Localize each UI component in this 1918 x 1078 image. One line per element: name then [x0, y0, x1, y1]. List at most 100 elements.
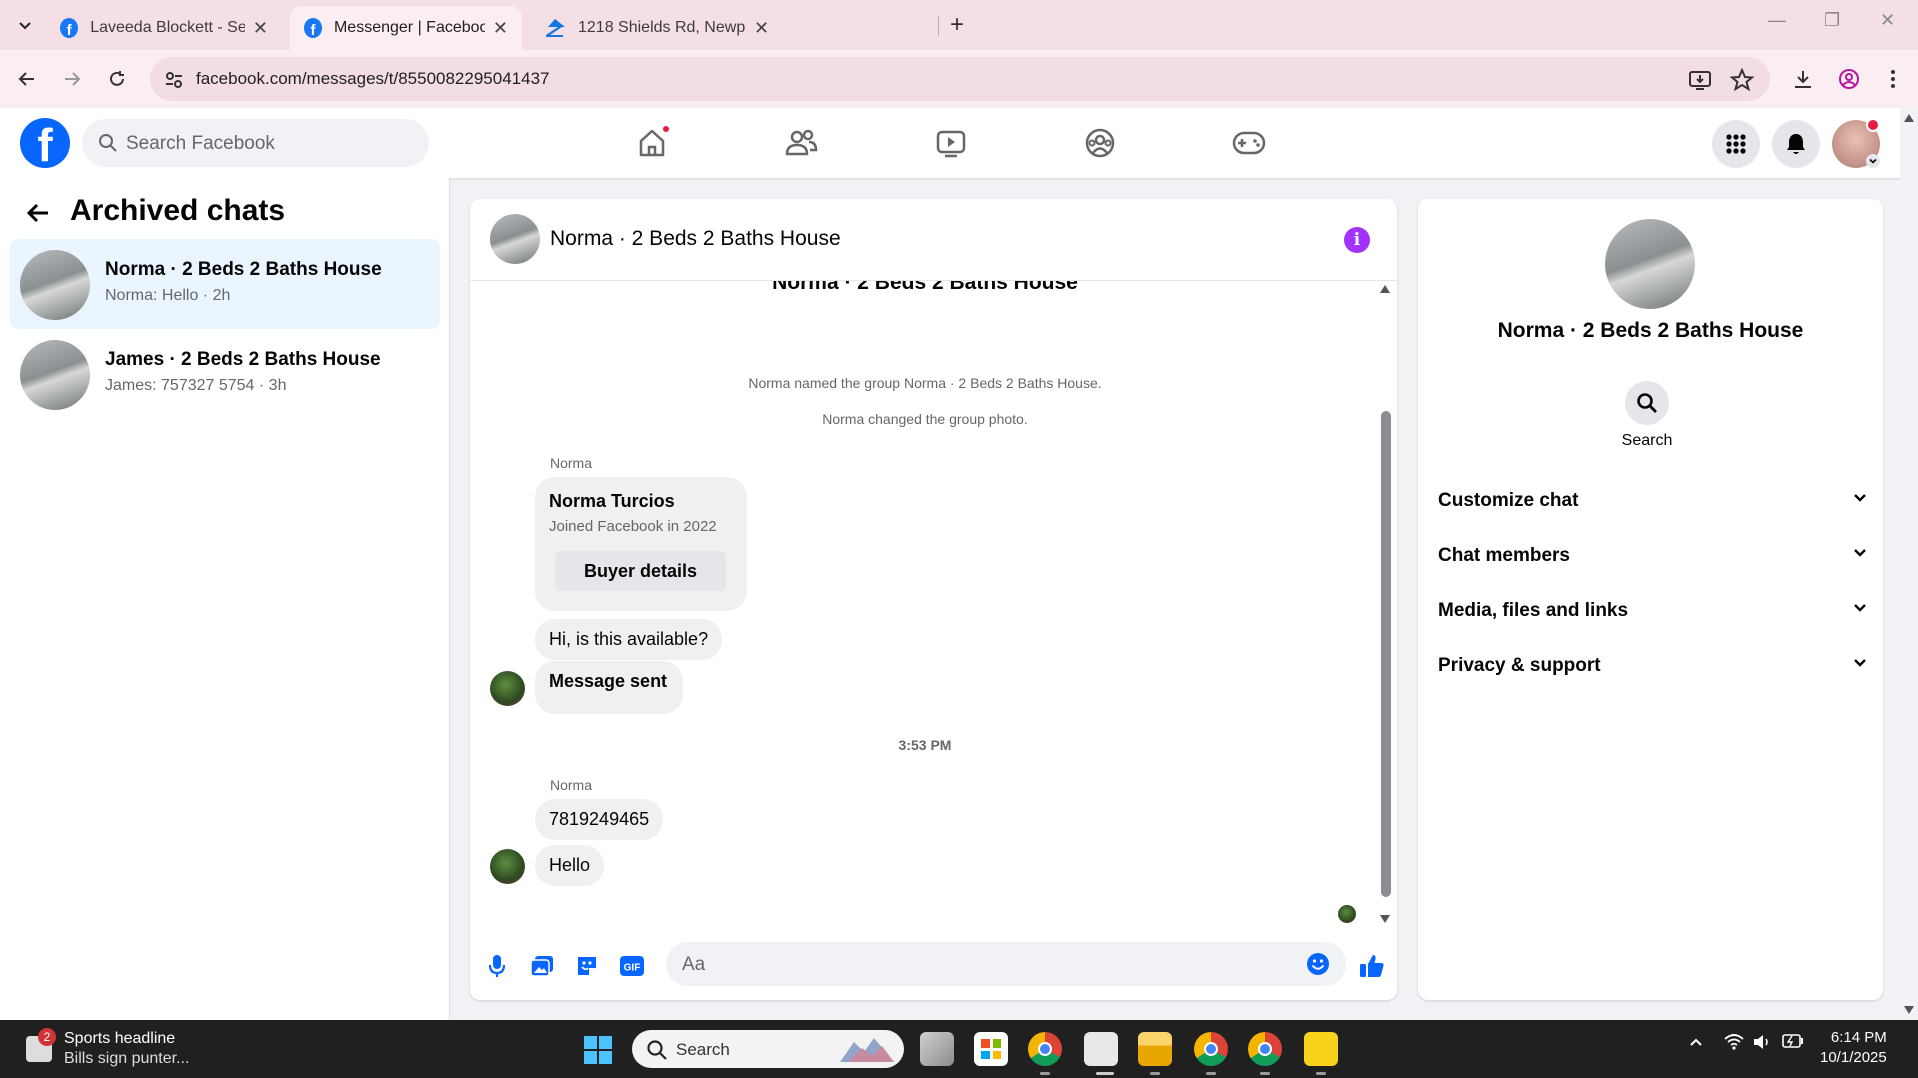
- conversation-name: Norma · 2 Beds 2 Baths House: [105, 259, 382, 280]
- tab-laveeda[interactable]: f Laveeda Blockett - Search Resul ✕: [46, 6, 282, 50]
- profile-button[interactable]: [1834, 64, 1864, 94]
- facebook-search-input[interactable]: Search Facebook: [82, 119, 429, 167]
- message-input[interactable]: Aa: [666, 942, 1346, 986]
- file-explorer-icon[interactable]: [1138, 1032, 1172, 1066]
- scroll-thumb[interactable]: [1381, 411, 1391, 897]
- chat-title[interactable]: Norma · 2 Beds 2 Baths House: [550, 227, 841, 251]
- nav-friends[interactable]: [780, 122, 822, 164]
- minimize-button[interactable]: —: [1768, 10, 1786, 31]
- reload-button[interactable]: [102, 64, 132, 94]
- attach-photo-button[interactable]: [527, 951, 557, 981]
- group-photo[interactable]: [1605, 219, 1695, 309]
- close-window-button[interactable]: ✕: [1880, 10, 1895, 31]
- system-message: Norma changed the group photo.: [822, 411, 1028, 427]
- voice-clip-button[interactable]: [482, 951, 512, 981]
- sender-avatar[interactable]: [490, 671, 525, 706]
- close-icon[interactable]: ✕: [253, 18, 268, 39]
- browser-menu-button[interactable]: [1878, 64, 1908, 94]
- battery-icon[interactable]: [1782, 1034, 1804, 1053]
- search-highlight-icon: [840, 1038, 894, 1062]
- volume-icon[interactable]: [1752, 1034, 1772, 1055]
- thumbs-up-icon: [1360, 955, 1384, 977]
- message-bubble[interactable]: 7819249465: [535, 799, 664, 840]
- install-app-icon[interactable]: [1688, 68, 1712, 92]
- news-title: Sports headline: [64, 1030, 176, 1047]
- scroll-up-icon: [1380, 285, 1390, 293]
- conversation-item[interactable]: Norma · 2 Beds 2 Baths House Norma: Hell…: [10, 239, 440, 329]
- section-media-files-links[interactable]: Media, files and links: [1438, 590, 1868, 630]
- wifi-icon[interactable]: [1724, 1034, 1744, 1055]
- url-text: facebook.com/messages/t/8550082295041437: [196, 69, 550, 88]
- section-label: Privacy & support: [1438, 655, 1601, 676]
- address-bar[interactable]: facebook.com/messages/t/8550082295041437: [150, 57, 1770, 101]
- back-button[interactable]: [12, 64, 42, 94]
- restore-button[interactable]: ❐: [1824, 10, 1840, 31]
- page-scrollbar[interactable]: [1900, 108, 1918, 1020]
- message-placeholder: Aa: [682, 954, 706, 975]
- section-privacy-support[interactable]: Privacy & support: [1438, 645, 1868, 685]
- clock-date: 10/1/2025: [1820, 1049, 1887, 1066]
- sticky-notes-icon[interactable]: [1304, 1032, 1338, 1066]
- microsoft-store-icon[interactable]: [974, 1032, 1008, 1066]
- download-icon: [1795, 71, 1811, 88]
- tab-messenger[interactable]: f Messenger | Facebook ✕: [290, 6, 522, 50]
- nav-home[interactable]: [631, 122, 673, 164]
- new-tab-button[interactable]: +: [950, 11, 964, 39]
- menu-button[interactable]: [1712, 120, 1760, 168]
- start-button[interactable]: [584, 1036, 612, 1064]
- chat-panel: Norma · 2 Beds 2 Baths House i Norma · 2…: [470, 199, 1397, 1000]
- snipping-tool-icon[interactable]: [1084, 1032, 1118, 1066]
- search-icon: [647, 1040, 667, 1060]
- arrow-right-icon: [65, 72, 81, 86]
- gif-button[interactable]: GIF: [617, 951, 647, 981]
- group-avatar[interactable]: [490, 214, 540, 264]
- sender-avatar[interactable]: [490, 849, 525, 884]
- tab-zillow[interactable]: 1218 Shields Rd, Newport News ✕: [530, 6, 930, 50]
- sticker-button[interactable]: [572, 951, 602, 981]
- chevron-down-icon: [1854, 494, 1866, 502]
- section-customize-chat[interactable]: Customize chat: [1438, 480, 1868, 520]
- taskbar-search[interactable]: Search: [632, 1030, 904, 1068]
- task-view-icon[interactable]: [920, 1032, 954, 1066]
- chrome-icon[interactable]: [1028, 1032, 1062, 1066]
- facebook-logo[interactable]: f: [20, 118, 70, 168]
- notifications-button[interactable]: [1772, 120, 1820, 168]
- conversation-avatar: [20, 340, 90, 410]
- section-label: Chat members: [1438, 545, 1570, 566]
- message-bubble[interactable]: Hello: [535, 845, 605, 886]
- close-icon[interactable]: ✕: [754, 18, 769, 39]
- message-bubble[interactable]: Message sent: [535, 661, 684, 714]
- forward-button[interactable]: [57, 64, 87, 94]
- chevron-up-icon: [1690, 1038, 1702, 1046]
- info-icon[interactable]: i: [1344, 227, 1370, 253]
- close-icon[interactable]: ✕: [493, 18, 508, 39]
- nav-gaming[interactable]: [1228, 122, 1270, 164]
- send-like-button[interactable]: [1357, 951, 1387, 981]
- show-hidden-icons-button[interactable]: [1688, 1034, 1704, 1055]
- message-timestamp: 3:53 PM: [898, 737, 952, 753]
- chrome-profile-icon[interactable]: [1248, 1032, 1282, 1066]
- buyer-details-button[interactable]: Buyer details: [555, 551, 726, 591]
- back-button[interactable]: [26, 202, 50, 229]
- account-avatar[interactable]: [1832, 118, 1880, 168]
- tab-search-button[interactable]: [10, 10, 40, 40]
- nav-groups[interactable]: [1079, 122, 1121, 164]
- search-in-conversation-button[interactable]: [1625, 381, 1669, 425]
- conversation-item[interactable]: James · 2 Beds 2 Baths House James: 7573…: [10, 329, 440, 419]
- bookmark-star-icon[interactable]: [1730, 68, 1754, 92]
- conversation-avatar: [20, 250, 90, 320]
- system-clock[interactable]: 6:14 PM 10/1/2025: [1820, 1028, 1887, 1068]
- chrome-profile-icon[interactable]: [1194, 1032, 1228, 1066]
- chat-scrollbar[interactable]: [1378, 281, 1392, 931]
- message-bubble[interactable]: Hi, is this available?: [535, 619, 723, 660]
- message-sender: Norma: [550, 455, 593, 471]
- downloads-button[interactable]: [1788, 64, 1818, 94]
- notification-dot: [1866, 118, 1880, 132]
- section-chat-members[interactable]: Chat members: [1438, 535, 1868, 575]
- photo-icon: [530, 956, 553, 977]
- arrow-left-icon: [26, 203, 48, 223]
- emoji-icon[interactable]: [1306, 952, 1330, 976]
- nav-watch[interactable]: [930, 122, 972, 164]
- conversation-intro-title: Norma · 2 Beds 2 Baths House: [772, 281, 1078, 294]
- windows-taskbar: 2 Sports headline Bills sign punter... S…: [0, 1020, 1918, 1078]
